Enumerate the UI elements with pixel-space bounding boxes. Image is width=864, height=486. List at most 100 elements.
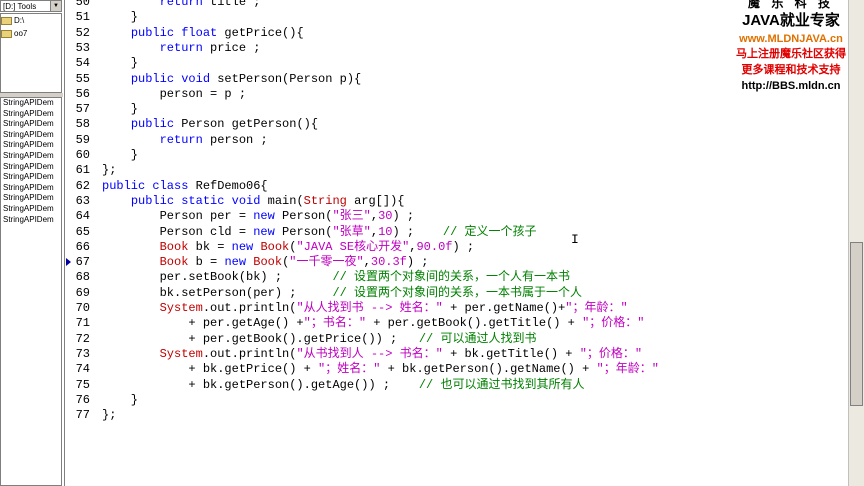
code-token: 30.3f <box>370 255 407 270</box>
code-line[interactable]: 69 bk.setPerson(per) ; // 设置两个对象间的关系，一本书… <box>66 285 582 301</box>
code-token: per.setBook(bk) ; <box>102 270 333 285</box>
code-line[interactable]: 65 Person cld = new Person("张草",10) ; //… <box>66 225 537 240</box>
file-item[interactable]: StringAPIDem <box>1 140 61 151</box>
chevron-down-icon[interactable]: ▼ <box>50 1 61 11</box>
code-line[interactable]: 75 + bk.getPerson().getAge()) ; // 也可以通过… <box>66 377 585 393</box>
code-line[interactable]: 72 + per.getBook().getPrice()) ; // 可以通过… <box>66 331 537 347</box>
file-item[interactable]: StringAPIDem <box>1 204 61 215</box>
line-number: 75 <box>75 377 90 392</box>
code-text: public void setPerson(Person p){ <box>102 72 361 87</box>
code-line[interactable]: 54 } <box>66 56 138 71</box>
code-token: } <box>102 56 139 71</box>
file-item[interactable]: StringAPIDem <box>1 119 61 130</box>
code-text: }; <box>102 163 116 178</box>
code-line[interactable]: 59 return person ; <box>66 133 268 148</box>
code-line[interactable]: 57 } <box>66 102 138 117</box>
code-token: // 也可以通过书找到其所有人 <box>418 377 585 392</box>
code-line[interactable]: 63 public static void main(String arg[])… <box>66 193 405 209</box>
code-token: b = <box>188 255 225 270</box>
code-token: }; <box>102 163 117 178</box>
code-line[interactable]: 77}; <box>66 408 117 423</box>
line-number: 56 <box>75 86 90 101</box>
code-token: 90.0f <box>416 239 453 254</box>
code-token: "JAVA SE核心开发" <box>296 239 410 254</box>
code-line[interactable]: 66 Book bk = new Book("JAVA SE核心开发",90.0… <box>66 240 475 255</box>
code-token: price ; <box>202 40 261 55</box>
code-line[interactable]: 61}; <box>66 163 117 178</box>
code-text: Person per = new Person("张三",30) ; <box>102 209 414 224</box>
code-line[interactable]: 51 } <box>66 10 138 25</box>
code-line[interactable]: 74 + bk.getPrice() + "；姓名：" + bk.getPers… <box>66 362 659 377</box>
code-line[interactable]: 56 person = p ; <box>66 86 246 102</box>
line-number: 55 <box>75 71 90 86</box>
code-token: title ; <box>202 0 261 9</box>
code-token: "张草" <box>332 224 371 239</box>
code-line[interactable]: 58 public Person getPerson(){ <box>66 117 318 132</box>
line-number: 52 <box>75 25 90 40</box>
file-item[interactable]: StringAPIDem <box>1 193 61 204</box>
file-item[interactable]: StringAPIDem <box>1 130 61 141</box>
code-token: new <box>231 239 254 254</box>
file-item[interactable]: StringAPIDem <box>1 109 61 120</box>
scrollbar-thumb[interactable] <box>850 242 863 406</box>
code-line[interactable]: 60 } <box>66 148 138 163</box>
code-line[interactable]: 68 per.setBook(bk) ; // 设置两个对象间的关系，一个人有一… <box>66 270 570 285</box>
file-item[interactable]: StringAPIDem <box>1 162 61 173</box>
folder-icon <box>1 29 12 38</box>
code-text: }; <box>102 408 116 423</box>
code-token: Person( <box>274 224 333 239</box>
file-item[interactable]: StringAPIDem <box>1 215 61 226</box>
code-token: person ; <box>202 132 268 147</box>
code-line[interactable]: 53 return price ; <box>66 40 261 56</box>
code-token: new <box>253 209 275 224</box>
dir-item-oo7[interactable]: oo7 <box>1 27 61 40</box>
code-text: return person ; <box>102 133 268 148</box>
file-item[interactable]: StringAPIDem <box>1 151 61 162</box>
code-token: // 设置两个对象间的关系，一个人有一本书 <box>332 270 571 285</box>
file-item[interactable]: StringAPIDem <box>1 183 61 194</box>
code-line[interactable]: 55 public void setPerson(Person p){ <box>66 71 362 87</box>
code-text: public float getPrice(){ <box>102 26 304 41</box>
code-text: person = p ; <box>102 87 246 102</box>
line-number: 69 <box>75 285 90 300</box>
code-line[interactable]: 50 return title ; <box>66 0 261 10</box>
file-list: StringAPIDem StringAPIDem StringAPIDem Stri… <box>0 97 62 486</box>
code-line[interactable]: 71 + per.getAge() +"；书名：" + per.getBook(… <box>66 316 645 331</box>
code-token: "从书找到人 --> 书名：" <box>296 346 443 361</box>
line-number: 72 <box>75 331 90 346</box>
file-item[interactable]: StringAPIDem <box>1 98 61 109</box>
code-text: public Person getPerson(){ <box>102 117 318 132</box>
drive-select-value: [D:] Tools <box>3 2 37 11</box>
watermark-line1: 马上注册魔乐社区获得 <box>736 48 846 60</box>
line-number: 64 <box>75 209 90 224</box>
code-text: } <box>102 393 138 408</box>
code-token: "；姓名：" <box>318 362 381 377</box>
line-number: 63 <box>75 193 90 208</box>
code-line[interactable]: 64 Person per = new Person("张三",30) ; <box>66 209 414 224</box>
code-token: } <box>102 148 139 162</box>
code-token: public static void <box>130 193 261 208</box>
code-token: // 设置两个对象间的关系，一本书属于一个人 <box>332 285 583 300</box>
code-token: ) ; <box>452 239 475 254</box>
drive-select[interactable]: [D:] Tools ▼ <box>0 0 62 12</box>
code-token: } <box>102 392 139 407</box>
line-number: 58 <box>75 117 90 132</box>
code-text: return price ; <box>102 40 261 56</box>
line-number: 53 <box>75 40 90 55</box>
text-cursor-icon: I <box>571 232 579 247</box>
file-item[interactable]: StringAPIDem <box>1 172 61 183</box>
code-text: + per.getBook().getPrice()) ; // 可以通过人找到… <box>102 332 536 347</box>
code-line[interactable]: 62 public class RefDemo06{ <box>66 179 268 194</box>
vertical-scrollbar[interactable] <box>848 0 864 486</box>
code-line[interactable]: 73 System.out.println("从书找到人 --> 书名：" + … <box>66 347 643 362</box>
code-line[interactable]: 67 Book b = new Book("一千零一夜",30.3f) ; <box>66 255 429 270</box>
watermark-url: www.MLDNJAVA.cn <box>739 33 843 45</box>
code-line[interactable]: 76 } <box>66 393 138 408</box>
code-line[interactable]: 70 System.out.println("从人找到书 --> 姓名：" + … <box>66 301 628 316</box>
dir-item-root[interactable]: D:\ <box>1 14 61 27</box>
code-token: System <box>159 301 203 315</box>
code-line[interactable]: 52 public float getPrice(){ <box>66 25 304 41</box>
